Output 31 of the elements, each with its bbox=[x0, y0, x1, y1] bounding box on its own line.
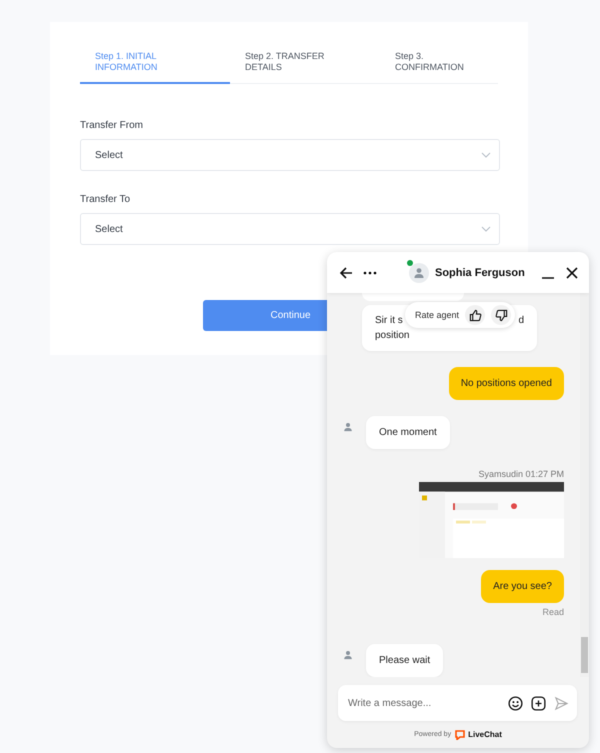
step-tab[interactable]: Step 2. TRANSFER DETAILS bbox=[230, 44, 380, 84]
message-text: d bbox=[518, 314, 524, 328]
back-arrow-icon[interactable] bbox=[339, 266, 353, 280]
message-bubble: One moment bbox=[366, 416, 450, 449]
message-bubble: Please wait bbox=[366, 644, 444, 677]
message-field[interactable]: Write a message... bbox=[346, 696, 500, 710]
message-bubble: Are you see? bbox=[481, 570, 564, 603]
attach-plus-icon[interactable] bbox=[531, 696, 546, 710]
field-label: Transfer To bbox=[80, 194, 132, 205]
read-status: Read bbox=[542, 607, 564, 617]
message-meta: Syamsudin 01:27 PM bbox=[478, 468, 564, 479]
person-icon bbox=[343, 422, 353, 432]
person-icon bbox=[413, 266, 425, 278]
close-icon[interactable] bbox=[565, 266, 579, 280]
livechat-logo[interactable]: LiveChat bbox=[455, 730, 502, 740]
message-text: Sir it s bbox=[375, 314, 403, 328]
rate-label: Rate agent bbox=[415, 310, 460, 320]
chevron-icon bbox=[481, 226, 491, 232]
scrollbar-thumb[interactable] bbox=[581, 637, 588, 673]
field-label: Transfer From bbox=[80, 120, 144, 131]
chevron-icon bbox=[481, 152, 491, 158]
step-tab[interactable]: Step 3. CONFIRMATION bbox=[380, 44, 530, 84]
message-bubble: No positions opened bbox=[448, 366, 564, 400]
select-field[interactable]: Select bbox=[80, 139, 500, 171]
agent-name: Sophia Ferguson bbox=[435, 266, 525, 278]
thumbs-down-button[interactable] bbox=[491, 305, 512, 325]
emoji-icon[interactable] bbox=[508, 696, 523, 710]
person-icon bbox=[343, 650, 353, 660]
select-field[interactable]: Select bbox=[80, 213, 500, 245]
message-text: position bbox=[375, 330, 410, 341]
thumbs-up-button[interactable] bbox=[465, 305, 486, 325]
